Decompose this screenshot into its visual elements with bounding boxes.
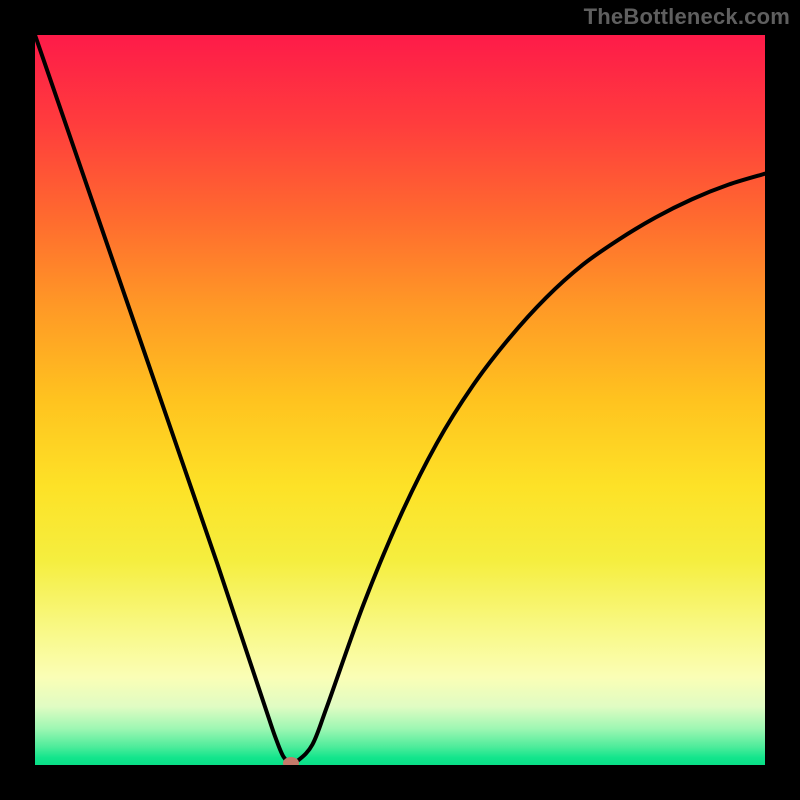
plot-area xyxy=(35,35,765,765)
watermark-text: TheBottleneck.com xyxy=(584,4,790,30)
chart-frame: TheBottleneck.com xyxy=(0,0,800,800)
bottleneck-curve xyxy=(35,35,765,765)
bottleneck-point-marker xyxy=(283,757,299,765)
